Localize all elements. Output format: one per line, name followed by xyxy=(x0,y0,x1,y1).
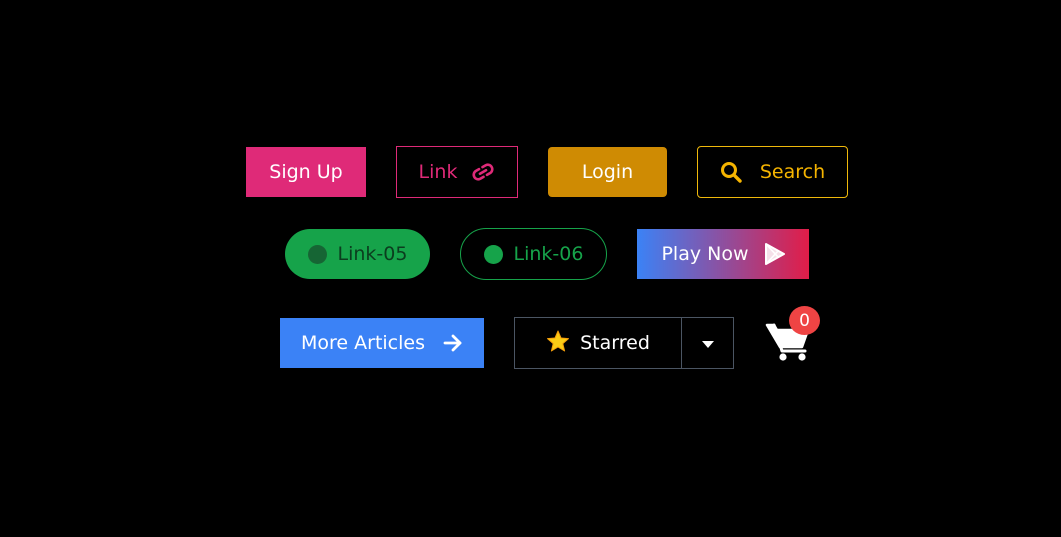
login-label: Login xyxy=(581,161,634,183)
starred-dropdown-toggle[interactable] xyxy=(682,318,733,368)
sign-up-button[interactable]: Sign Up xyxy=(246,147,366,197)
sign-up-label: Sign Up xyxy=(269,161,343,183)
search-icon xyxy=(720,161,742,183)
starred-split-button: Starred xyxy=(514,317,734,369)
status-dot-icon xyxy=(483,244,503,264)
more-articles-button[interactable]: More Articles xyxy=(280,318,484,368)
caret-down-icon xyxy=(701,334,715,353)
link-06-label: Link-06 xyxy=(513,243,584,265)
link-button[interactable]: Link xyxy=(396,146,518,198)
status-dot-icon xyxy=(307,244,327,264)
play-store-icon xyxy=(764,243,785,265)
starred-button[interactable]: Starred xyxy=(515,318,682,368)
search-button[interactable]: Search xyxy=(697,146,848,198)
cart-count-badge: 0 xyxy=(789,306,820,335)
link-label: Link xyxy=(418,161,458,183)
link-icon xyxy=(471,163,495,181)
more-articles-label: More Articles xyxy=(301,332,425,354)
starred-label: Starred xyxy=(580,332,650,354)
login-button[interactable]: Login xyxy=(548,147,667,197)
cart-button[interactable]: 0 xyxy=(765,306,825,366)
search-label: Search xyxy=(759,161,826,183)
link-05-button[interactable]: Link-05 xyxy=(285,229,430,279)
star-icon xyxy=(546,330,570,357)
arrow-right-icon xyxy=(443,334,463,352)
play-now-button[interactable]: Play Now xyxy=(637,229,809,279)
link-05-label: Link-05 xyxy=(337,243,408,265)
play-now-label: Play Now xyxy=(661,243,749,265)
link-06-button[interactable]: Link-06 xyxy=(460,228,607,280)
button-showcase: Sign Up Link Login Search Link-05 Link-0… xyxy=(0,0,1061,537)
